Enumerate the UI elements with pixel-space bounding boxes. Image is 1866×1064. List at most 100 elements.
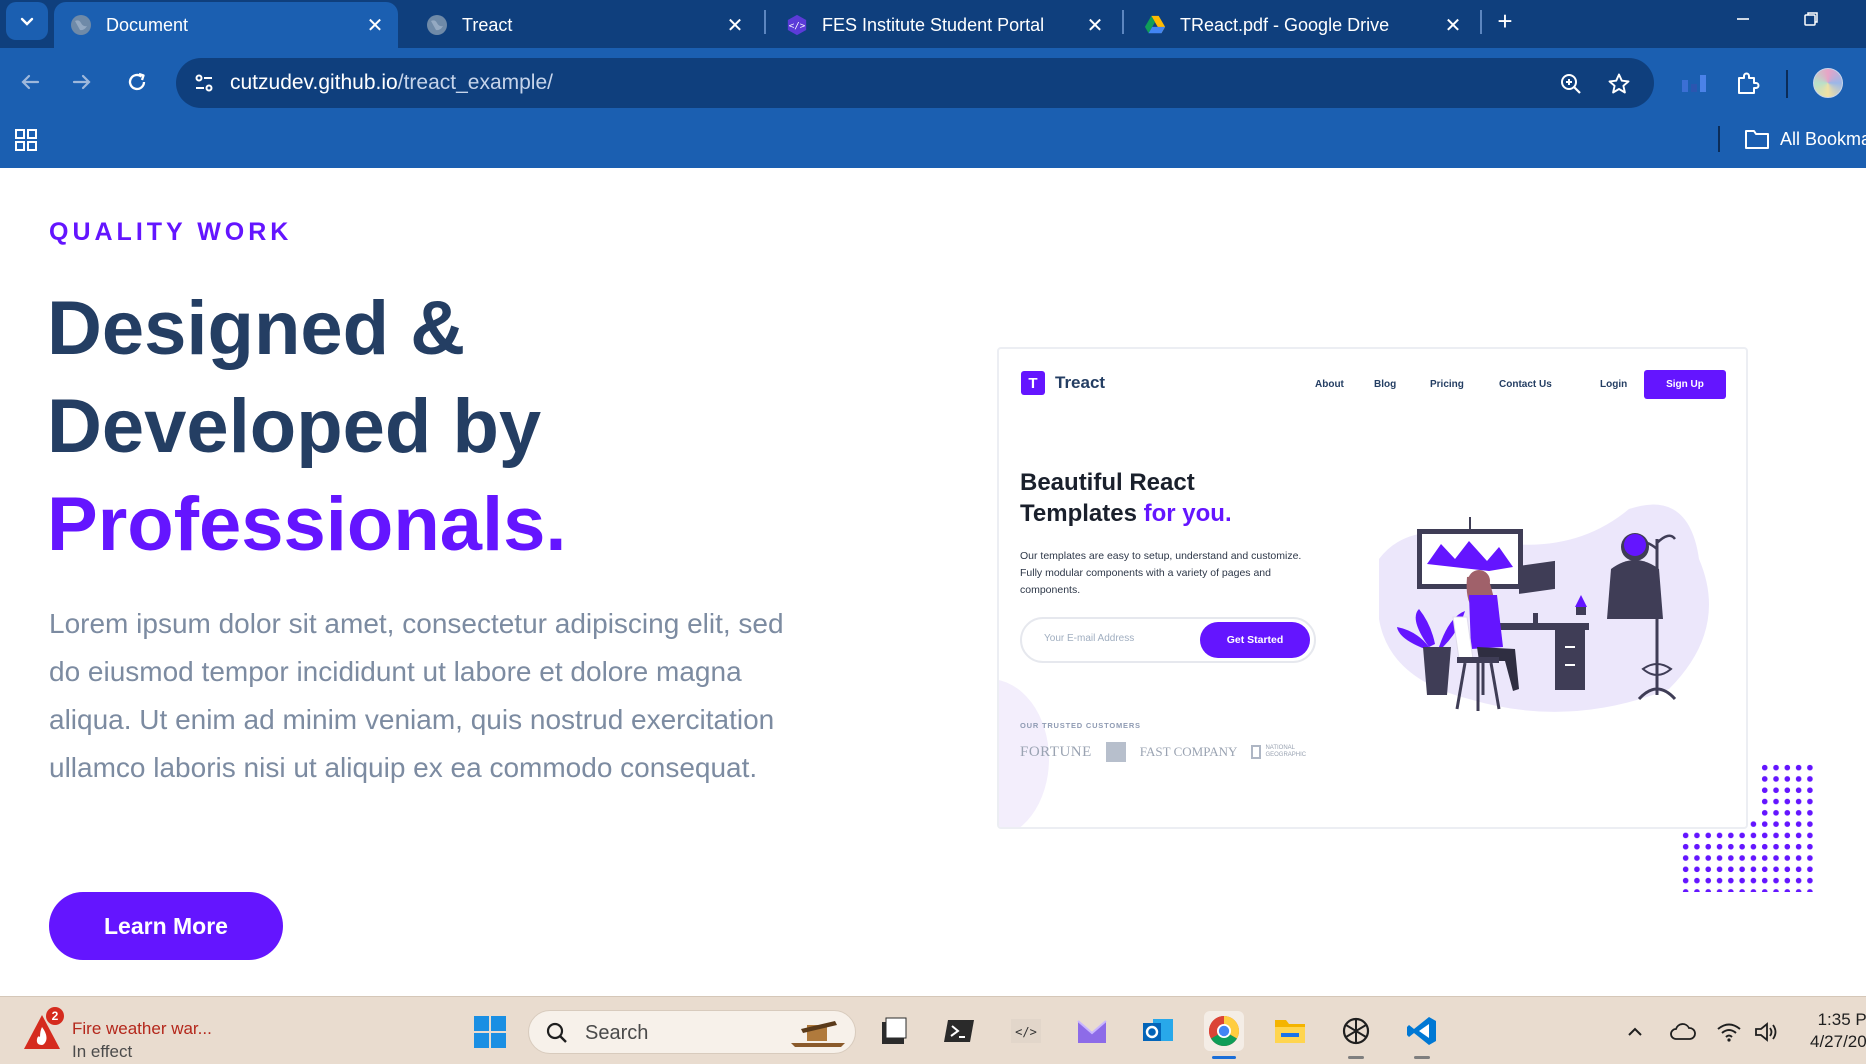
code-icon: </> [786,14,808,36]
national-geographic-logo: NATIONAL GEOGRAPHIC [1251,745,1309,759]
show-hidden-icons-button[interactable] [1620,1017,1650,1047]
eyebrow-label: QUALITY WORK [49,218,293,246]
preview-nav-contact: Contact Us [1499,379,1552,390]
preview-heading: Beautiful React Templates for you. [1020,467,1232,529]
tab-title: Document [106,14,189,35]
weather-widget[interactable]: 2 Fire weather war... In effect [22,1007,252,1061]
apps-grid-icon[interactable] [14,128,38,152]
preview-heading-accent: for you. [1143,500,1232,527]
chatgpt-icon [1342,1017,1370,1045]
close-tab-icon[interactable]: ✕ [720,13,750,38]
preview-get-started-button: Get Started [1200,622,1310,658]
url-host: cutzudev.github.io [230,71,398,94]
tab-separator [764,10,766,34]
all-bookmarks-button[interactable]: All Bookma [1744,126,1866,152]
volume-tray[interactable] [1752,1017,1782,1047]
tab-search-button[interactable] [6,2,48,40]
close-tab-icon[interactable]: ✕ [360,13,390,38]
chevron-down-icon [20,17,34,26]
tab-separator [1122,10,1124,34]
tab-treact[interactable]: Treact ✕ [410,2,758,48]
preview-logo: T Treact [1021,371,1105,395]
folder-outline-icon [1745,130,1769,149]
tab-title: TReact.pdf - Google Drive [1180,14,1390,35]
reload-icon [128,72,146,91]
preview-logo-text: Treact [1055,373,1106,392]
hero-heading-line: Developed by [47,384,542,469]
extension-chart-icon[interactable] [1680,68,1710,98]
close-tab-icon[interactable]: ✕ [1080,13,1110,38]
taskbar-app-folder[interactable] [1270,1011,1310,1051]
preview-description: Our templates are easy to setup, underst… [1020,550,1302,596]
all-bookmarks-label: All Bookma [1780,128,1866,149]
taskbar-app-mail[interactable] [1072,1011,1112,1051]
folder-icon [1275,1020,1305,1043]
restore-button[interactable] [1786,0,1836,38]
weather-badge: 2 [46,1007,64,1025]
clock-date: 4/27/20 [1810,1032,1866,1051]
back-button[interactable] [12,64,48,100]
learn-more-button[interactable]: Learn More [49,892,283,960]
tab-fes-portal[interactable]: </> FES Institute Student Portal ✕ [770,2,1118,48]
tab-title: FES Institute Student Portal [822,14,1045,35]
preview-nav-login: Login [1600,379,1628,390]
mail-icon [1077,1020,1107,1043]
bookmark-star-icon[interactable] [1606,71,1632,97]
svg-text:</>: </> [1015,1025,1037,1039]
start-button[interactable] [473,1015,507,1049]
preview-email-placeholder: Your E-mail Address [1044,633,1135,644]
preview-signup-button: Sign Up [1644,370,1726,399]
taskbar-app-chrome[interactable] [1204,1011,1244,1059]
taskbar-app-code[interactable]: </> [1006,1011,1046,1051]
minimize-button[interactable] [1718,0,1768,38]
taskbar-app-vscode[interactable] [1402,1011,1442,1059]
search-label: Search [585,1022,649,1044]
file-explorer-dark-icon [882,1017,907,1044]
onedrive-tray[interactable] [1668,1017,1698,1047]
new-tab-button[interactable]: + [1490,4,1520,38]
vscode-icon [1407,1017,1436,1045]
globe-icon [70,14,92,36]
template-preview-image: T Treact About Blog Pricing Contact Us L… [997,347,1748,829]
fast-company-logo: FAST COMPANY [1139,744,1238,759]
system-clock[interactable]: 1:35 P 4/27/20 [1810,1009,1866,1053]
speaker-icon [1755,1022,1777,1042]
weather-title: Fire weather war... [72,1019,212,1038]
arrow-right-icon [72,74,91,90]
profile-avatar[interactable] [1813,68,1843,98]
network-tray[interactable] [1714,1017,1744,1047]
preview-trusted-label: OUR TRUSTED CUSTOMERS [1020,721,1141,730]
tab-google-drive[interactable]: TReact.pdf - Google Drive ✕ [1128,2,1476,48]
taskbar-search[interactable]: Search [528,1010,856,1054]
outlook-icon [1143,1019,1173,1041]
globe-icon [426,14,448,36]
site-info-icon[interactable] [192,71,216,95]
hero-heading: Designed & Developed by Professionals. [47,280,567,574]
extensions-puzzle-icon[interactable] [1733,68,1763,98]
clock-time: 1:35 P [1817,1010,1866,1029]
running-indicator [1414,1056,1430,1059]
reload-button[interactable] [119,64,155,100]
taskbar-app-chatgpt[interactable] [1336,1011,1376,1059]
tab-strip: Document ✕ Treact ✕ </> FES Institute St… [0,0,1866,48]
url-text[interactable]: cutzudev.github.io/treact_example/ [230,71,553,95]
preview-customer-logos: FORTUNE FAST COMPANY NATIONAL GEOGRAPHIC [1020,742,1309,762]
close-tab-icon[interactable]: ✕ [1438,13,1468,38]
preview-email-form: Your E-mail Address Get Started [1020,617,1316,663]
forward-button[interactable] [64,64,100,100]
cloud-icon [1670,1023,1696,1040]
preview-nav-about: About [1315,379,1344,390]
tab-document[interactable]: Document ✕ [54,2,398,48]
workspace-illustration [1379,504,1709,712]
preview-logo-mark: T [1021,371,1045,395]
windows-taskbar: 2 Fire weather war... In effect Search <… [0,996,1866,1064]
url-path: /treact_example/ [397,71,553,94]
restore-icon [1804,12,1818,26]
taskbar-app-outlook[interactable] [1138,1011,1178,1051]
taskbar-app-terminal[interactable] [940,1011,980,1051]
zoom-icon[interactable] [1558,71,1584,97]
windows-logo-icon [474,1016,506,1048]
taskbar-app-file-manager[interactable] [874,1011,914,1051]
address-bar[interactable]: cutzudev.github.io/treact_example/ [176,58,1654,108]
minimize-icon [1737,18,1749,20]
